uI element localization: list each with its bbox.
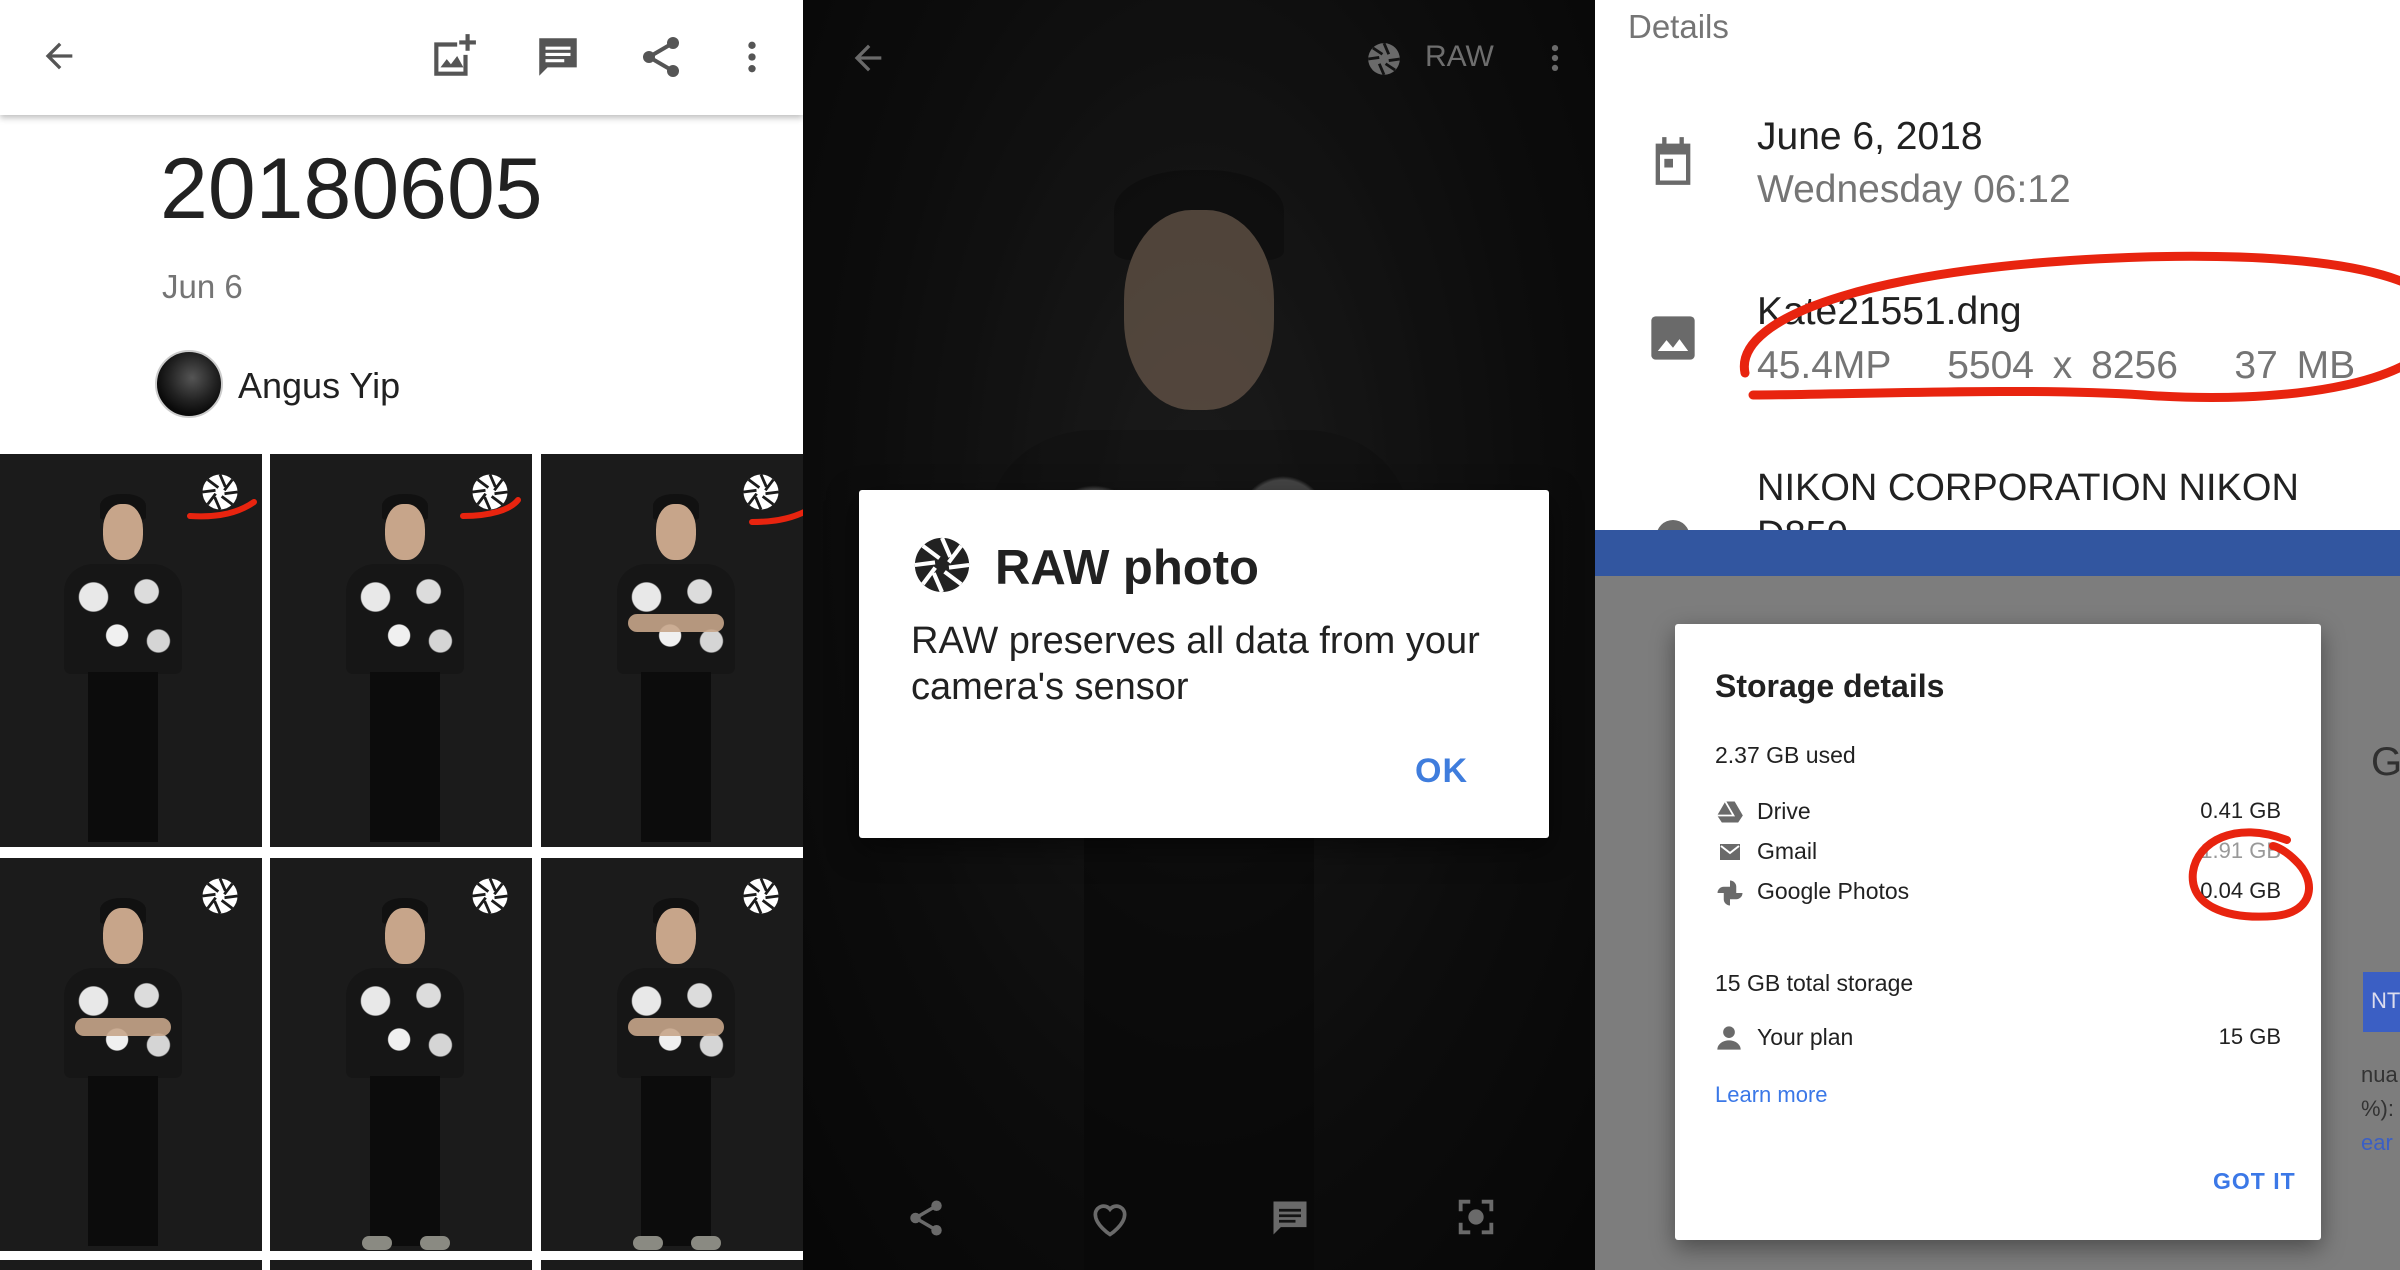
- raw-aperture-icon: [200, 876, 240, 916]
- photo-thumbnail[interactable]: [541, 454, 803, 847]
- background-link: ear: [2361, 1130, 2393, 1155]
- avatar[interactable]: [155, 350, 223, 418]
- storage-row-drive: Drive 0.41 GB: [1675, 792, 2321, 832]
- dialog-body: RAW preserves all data from your camera'…: [911, 620, 1480, 708]
- storage-title: Storage details: [1715, 668, 1945, 704]
- google-photos-icon: [1715, 878, 1745, 908]
- row-label: Drive: [1757, 798, 1811, 824]
- portrait-subject: [48, 898, 198, 1248]
- person-icon: [1715, 1024, 1743, 1052]
- storage-details-dialog: Storage details 2.37 GB used Drive 0.41 …: [1675, 624, 2321, 1240]
- raw-aperture-icon[interactable]: [1365, 40, 1403, 78]
- row-label: Google Photos: [1757, 878, 1910, 904]
- portrait-subject: [601, 494, 751, 844]
- background-button: NTH: [2363, 972, 2400, 1032]
- photo-thumbnail[interactable]: [270, 1260, 532, 1270]
- photo-grid: [0, 454, 803, 1270]
- screenshot-composite: 20180605 Jun 6 Angus Yip RAW RAW photo R…: [0, 0, 2400, 1270]
- photo-thumbnail[interactable]: [0, 1260, 262, 1270]
- photo-thumbnail[interactable]: [270, 858, 532, 1251]
- back-arrow-icon[interactable]: [36, 36, 82, 76]
- annotation-circle: [1739, 251, 2400, 402]
- row-value: 0.41 GB: [2200, 798, 2281, 823]
- file-info: 45.4MP 5504 x 8256 37 MB: [1757, 344, 2356, 387]
- calendar-icon: [1647, 133, 1699, 189]
- photo-thumbnail[interactable]: [541, 858, 803, 1251]
- raw-aperture-icon: [911, 534, 973, 596]
- share-icon[interactable]: [637, 33, 685, 81]
- storage-total: 15 GB total storage: [1715, 970, 1914, 996]
- photo-thumbnail[interactable]: [541, 1260, 803, 1270]
- row-value: 15 GB: [2218, 1024, 2281, 1049]
- comment-icon[interactable]: [533, 32, 583, 82]
- raw-aperture-icon: [200, 472, 240, 512]
- portrait-subject: [330, 494, 480, 844]
- storage-used: 2.37 GB used: [1715, 742, 1856, 768]
- drive-icon: [1715, 798, 1745, 826]
- photo-thumbnail[interactable]: [270, 454, 532, 847]
- weekday-time-text: Wednesday 06:12: [1757, 168, 2071, 211]
- background-text: nua: [2361, 1062, 2398, 1087]
- dialog-title: RAW photo: [995, 541, 1259, 595]
- date-text: June 6, 2018: [1757, 115, 1983, 158]
- portrait-subject: [48, 494, 198, 844]
- album-panel: 20180605 Jun 6 Angus Yip: [0, 0, 803, 1270]
- background-text: %):: [2361, 1096, 2394, 1121]
- back-arrow-icon[interactable]: [845, 38, 891, 78]
- row-value: 1.91 GB: [2200, 838, 2281, 863]
- row-value: 0.04 GB: [2200, 878, 2281, 903]
- image-icon: [1647, 312, 1699, 364]
- portrait-subject: [601, 898, 751, 1250]
- ok-button[interactable]: OK: [1415, 752, 1468, 791]
- lens-icon[interactable]: [1453, 1194, 1499, 1240]
- album-toolbar: [0, 0, 803, 115]
- viewer-panel: RAW RAW photo RAW preserves all data fro…: [803, 0, 1595, 1270]
- heart-icon[interactable]: [1087, 1196, 1133, 1240]
- raw-label: RAW: [1425, 40, 1494, 73]
- file-name: Kate21551.dng: [1757, 290, 2022, 333]
- gmail-icon: [1715, 840, 1745, 864]
- photo-thumbnail[interactable]: [0, 454, 262, 847]
- raw-aperture-icon: [470, 472, 510, 512]
- background-text: GB: [2371, 740, 2400, 784]
- owner-name: Angus Yip: [238, 365, 401, 406]
- row-label: Your plan: [1757, 1024, 1854, 1050]
- row-label: Gmail: [1757, 838, 1818, 864]
- storage-row-plan: Your plan 15 GB: [1675, 1018, 2321, 1058]
- raw-aperture-icon: [470, 876, 510, 916]
- got-it-button[interactable]: GOT IT: [2213, 1168, 2296, 1195]
- details-header: Details: [1628, 8, 1729, 45]
- learn-more-link[interactable]: Learn more: [1715, 1082, 1828, 1108]
- add-photo-icon[interactable]: [428, 32, 478, 82]
- details-panel: Details June 6, 2018 Wednesday 06:12 Kat…: [1595, 0, 2400, 1270]
- album-date: Jun 6: [162, 268, 243, 305]
- album-title: 20180605: [160, 141, 543, 237]
- storage-row-gmail: Gmail 1.91 GB: [1675, 832, 2321, 872]
- more-vert-icon[interactable]: [1538, 36, 1572, 80]
- banner-bar: [1595, 530, 2400, 576]
- raw-aperture-icon: [741, 876, 781, 916]
- share-icon[interactable]: [905, 1196, 947, 1240]
- portrait-subject: [330, 898, 480, 1250]
- comment-icon[interactable]: [1267, 1196, 1313, 1240]
- more-vert-icon[interactable]: [732, 34, 772, 80]
- raw-info-dialog: RAW photo RAW preserves all data from yo…: [859, 490, 1549, 838]
- storage-row-google-photos: Google Photos 0.04 GB: [1675, 872, 2321, 912]
- camera-make: NIKON CORPORATION NIKON: [1757, 467, 2299, 509]
- photo-thumbnail[interactable]: [0, 858, 262, 1251]
- raw-aperture-icon: [741, 472, 781, 512]
